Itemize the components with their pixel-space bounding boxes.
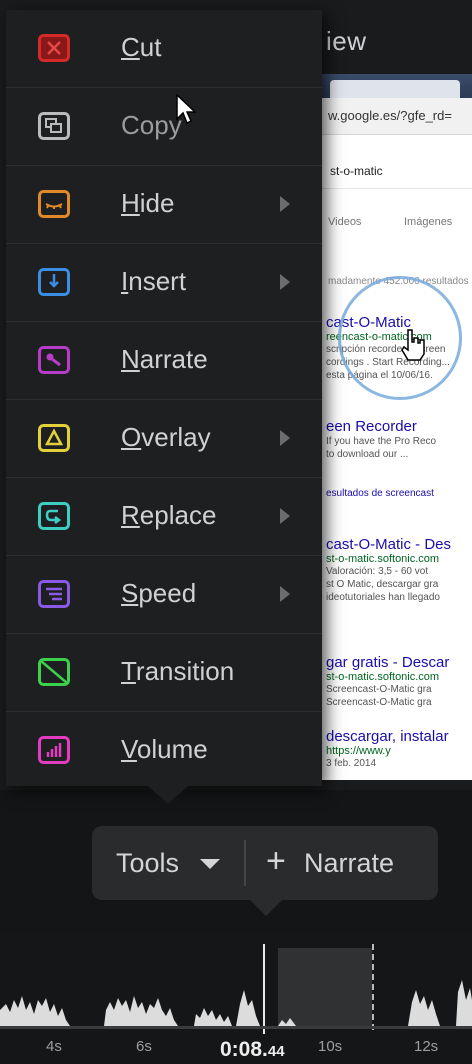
hide-icon — [38, 190, 70, 218]
menu-label-transition: Transition — [121, 656, 235, 686]
menu-label-replace: Replace — [121, 500, 217, 530]
result-title: descargar, instalar — [326, 728, 449, 745]
current-time-readout: 0:08.44 — [220, 1038, 285, 1061]
result-title: cast-O-Matic - Des — [326, 536, 452, 553]
preview-title: iew — [326, 26, 367, 56]
result-url: st-o-matic.softonic.com — [326, 553, 440, 565]
narrate-button-label: Narrate — [304, 848, 395, 878]
result-url: st-o-matic.softonic.com — [326, 671, 440, 683]
browser-tab-strip — [300, 74, 472, 98]
volume-icon — [38, 736, 70, 764]
copy-icon — [38, 112, 70, 140]
plus-icon: + — [266, 842, 286, 880]
menu-item-narrate[interactable]: Narrate — [6, 322, 322, 400]
result-snippet: to download our ... — [326, 449, 409, 460]
menu-label-insert: Insert — [121, 266, 187, 296]
narrate-button[interactable]: + Narrate — [246, 826, 438, 900]
browser-search-tabs: Videos Imágenes — [300, 216, 472, 236]
tools-button[interactable]: Tools — [92, 826, 244, 900]
result-title: gar gratis - Descar — [326, 654, 450, 671]
hand-cursor-icon — [401, 329, 425, 361]
submenu-arrow-icon — [280, 196, 290, 212]
menu-item-cut[interactable]: Cut — [6, 10, 322, 88]
menu-item-copy[interactable]: Copy — [6, 88, 322, 166]
search-result: cast-O-Matic - Des st-o-matic.softonic.c… — [326, 536, 472, 604]
tick-label: 4s — [46, 1038, 62, 1055]
menu-item-volume[interactable]: Volume — [6, 712, 322, 790]
search-tab-videos: Videos — [328, 216, 362, 228]
submenu-arrow-icon — [280, 508, 290, 524]
result-url: https://www.y — [326, 745, 391, 757]
result-snippet: Screencast-O-Matic gra — [326, 684, 432, 695]
preview-screenshot: w.google.es/?gfe_rd= st-o-matic Videos I… — [300, 74, 472, 780]
replace-icon — [38, 502, 70, 530]
result-snippet: If you have the Pro Reco — [326, 436, 437, 447]
submenu-arrow-icon — [280, 274, 290, 290]
browser-address-text: w.google.es/?gfe_rd= — [328, 108, 452, 123]
tools-menu: Cut Copy Hide Insert Narrate Overlay Rep… — [6, 10, 322, 786]
menu-label-copy: Copy — [121, 110, 182, 140]
browser-search-box: st-o-matic — [300, 154, 472, 189]
audio-waveform — [0, 980, 472, 1026]
search-result: descargar, instalar https://www.y 3 feb.… — [326, 728, 472, 770]
menu-label-volume: Volume — [121, 734, 208, 764]
result-snippet: st O Matic, descargar gra — [326, 579, 439, 590]
menu-item-overlay[interactable]: Overlay — [6, 400, 322, 478]
tick-label: 10s — [318, 1038, 343, 1055]
speed-icon — [38, 580, 70, 608]
menu-item-insert[interactable]: Insert — [6, 244, 322, 322]
menu-label-narrate: Narrate — [121, 344, 208, 374]
mouse-pointer-icon — [176, 94, 196, 125]
menu-label-speed: Speed — [121, 578, 197, 608]
app-window: iew w.google.es/?gfe_rd= st-o-matic Vide… — [0, 0, 472, 1064]
menu-item-speed[interactable]: Speed — [6, 556, 322, 634]
tick-label: 6s — [136, 1038, 152, 1055]
timeline[interactable]: 4s 6s 10s 12s 0:08.44 — [0, 930, 472, 1064]
menu-item-replace[interactable]: Replace — [6, 478, 322, 556]
result-snippet: Valoración: 3,5 - 60 vot — [326, 566, 429, 577]
insert-icon — [38, 268, 70, 296]
caret-down-icon — [200, 859, 220, 869]
search-result: gar gratis - Descar st-o-matic.softonic.… — [326, 654, 472, 709]
submenu-arrow-icon — [280, 430, 290, 446]
more-results-link: esultados de screencast — [326, 488, 434, 499]
edit-toolbar: Tools + Narrate — [92, 826, 438, 900]
menu-label-cut: Cut — [121, 32, 162, 62]
cut-icon — [38, 34, 70, 62]
timeline-ruler — [0, 1026, 472, 1029]
result-title: een Recorder — [326, 418, 417, 435]
narrate-icon — [38, 346, 70, 374]
toolbar-pointer — [250, 900, 282, 916]
tick-label: 12s — [414, 1038, 439, 1055]
overlay-icon — [38, 424, 70, 452]
playhead[interactable] — [263, 944, 265, 1034]
menu-pointer — [148, 786, 188, 804]
transition-icon — [38, 658, 70, 686]
search-tab-images: Imágenes — [404, 216, 453, 228]
browser-search-text: st-o-matic — [330, 164, 383, 178]
selection-end-marker[interactable] — [372, 944, 374, 1030]
menu-label-hide: Hide — [121, 188, 175, 218]
search-result: een Recorder If you have the Pro Reco to… — [326, 418, 472, 461]
result-snippet: ideotutoriales han llegado — [326, 592, 440, 603]
result-snippet: 3 feb. 2014 — [326, 758, 377, 769]
browser-tab — [330, 80, 460, 98]
menu-item-hide[interactable]: Hide — [6, 166, 322, 244]
menu-label-overlay: Overlay — [121, 422, 211, 452]
submenu-arrow-icon — [280, 586, 290, 602]
browser-address-bar: w.google.es/?gfe_rd= — [300, 98, 472, 135]
menu-item-transition[interactable]: Transition — [6, 634, 322, 712]
tools-button-label: Tools — [116, 848, 180, 878]
result-snippet: Screencast-O-Matic gra — [326, 697, 432, 708]
